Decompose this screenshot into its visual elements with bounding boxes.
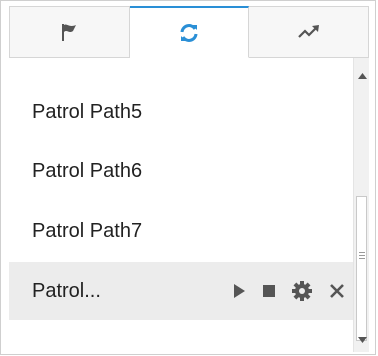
tab-patrol[interactable] <box>129 6 250 58</box>
trend-arrow-icon <box>297 25 319 38</box>
scroll-down-button[interactable] <box>354 332 370 348</box>
list-item[interactable]: Patrol Path5 <box>9 83 353 141</box>
vertical-scrollbar[interactable] <box>353 58 369 352</box>
stop-icon <box>263 285 275 297</box>
patrol-path-label: Patrol Path6 <box>32 159 143 182</box>
tab-pattern[interactable] <box>249 6 370 58</box>
play-button[interactable] <box>232 283 246 299</box>
row-actions <box>232 262 345 320</box>
scroll-up-button[interactable] <box>354 68 370 84</box>
play-icon <box>234 284 245 298</box>
gear-icon <box>292 281 312 301</box>
delete-button[interactable] <box>329 283 345 299</box>
chevron-up-icon <box>357 73 367 79</box>
close-icon <box>330 284 344 298</box>
settings-button[interactable] <box>292 281 312 301</box>
refresh-icon <box>180 23 198 42</box>
patrol-list: Patrol Path5 Patrol Path6 Patrol Path7 P… <box>9 58 353 353</box>
patrol-panel: Patrol Path5 Patrol Path6 Patrol Path7 P… <box>0 0 376 355</box>
scrollbar-thumb[interactable] <box>356 196 367 341</box>
grip-icon <box>359 252 365 261</box>
tab-preset[interactable] <box>9 6 130 58</box>
list-item[interactable]: Patrol Path6 <box>9 142 353 200</box>
tab-bar <box>9 6 370 58</box>
list-item-selected[interactable]: Patrol... <box>9 262 353 320</box>
flag-icon <box>62 24 77 41</box>
stop-button[interactable] <box>263 285 275 297</box>
chevron-down-icon <box>357 337 367 343</box>
list-item[interactable]: Patrol Path7 <box>9 202 353 260</box>
patrol-path-label: Patrol... <box>32 279 101 302</box>
patrol-path-label: Patrol Path7 <box>32 219 143 242</box>
patrol-path-label: Patrol Path5 <box>32 100 143 123</box>
